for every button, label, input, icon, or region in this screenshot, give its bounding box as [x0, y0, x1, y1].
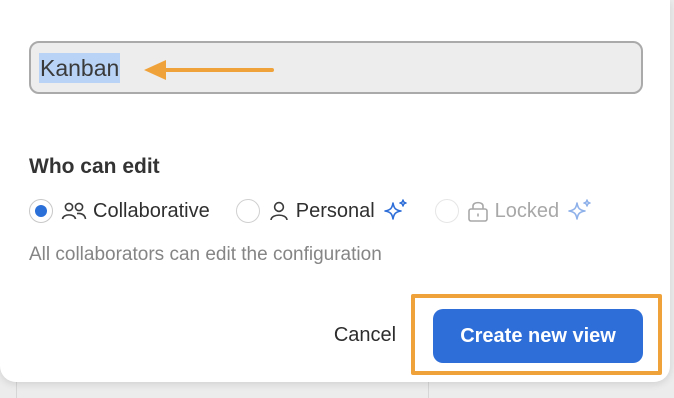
- option-collaborative[interactable]: Collaborative: [29, 199, 210, 223]
- permission-options: Collaborative Personal Locked: [29, 196, 659, 226]
- option-label-collaborative: Collaborative: [93, 199, 210, 222]
- sparkle-icon: [383, 198, 409, 224]
- radio-personal[interactable]: [235, 199, 260, 223]
- lock-icon: [467, 199, 489, 223]
- view-name-input[interactable]: Kanban: [29, 41, 643, 94]
- view-name-text[interactable]: Kanban: [39, 52, 121, 83]
- radio-locked[interactable]: [434, 199, 459, 223]
- radio-selected-dot: [35, 205, 47, 217]
- sparkle-icon: [567, 198, 593, 224]
- option-label-personal: Personal: [295, 199, 375, 222]
- permission-hint: All collaborators can edit the configura…: [29, 244, 382, 265]
- person-icon: [268, 200, 290, 222]
- option-locked[interactable]: Locked: [434, 198, 594, 224]
- who-can-edit-heading: Who can edit: [29, 155, 160, 178]
- option-label-locked: Locked: [494, 199, 560, 222]
- people-icon: [61, 201, 87, 221]
- annotation-arrow-icon: [144, 60, 274, 80]
- cancel-button[interactable]: Cancel: [318, 318, 412, 352]
- create-view-dialog: Kanban Who can edit Collaborative Person…: [0, 0, 670, 382]
- radio-collaborative[interactable]: [29, 199, 53, 223]
- option-personal[interactable]: Personal: [235, 198, 409, 224]
- create-new-view-button[interactable]: Create new view: [433, 309, 643, 363]
